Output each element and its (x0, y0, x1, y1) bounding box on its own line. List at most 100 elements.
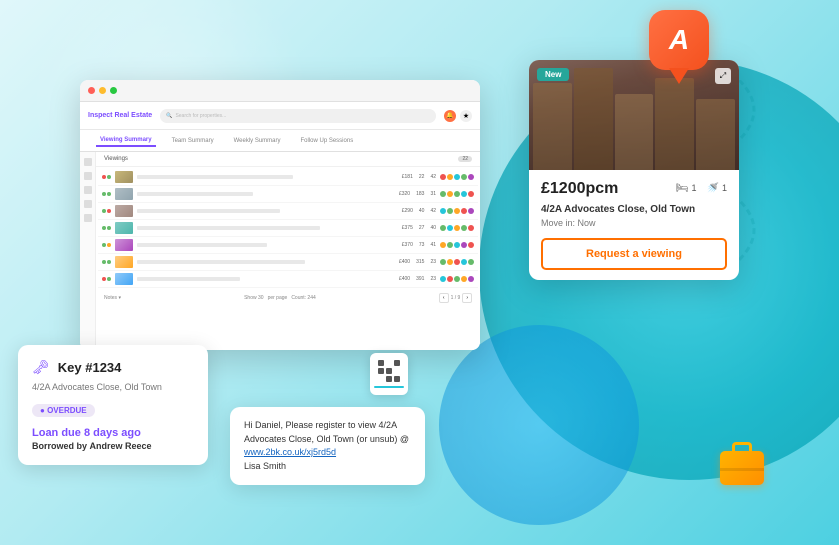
table-row[interactable]: £400 315 23 (98, 254, 478, 271)
row-data-bars (137, 192, 395, 196)
dashboard-tabs: Viewing Summary Team Summary Weekly Summ… (80, 130, 480, 152)
next-page-button[interactable]: › (462, 293, 472, 303)
scan-line (374, 386, 404, 388)
property-thumb (115, 188, 133, 200)
row-numbers: £400 391 23 (399, 276, 436, 282)
row-data-bars (137, 243, 398, 247)
window-minimize-dot[interactable] (99, 87, 106, 94)
app-icon: A (649, 10, 709, 70)
row-status-indicators (102, 260, 111, 264)
toolbar-search[interactable]: 🔍 Search for properties... (160, 109, 436, 123)
row-numbers: £370 73 41 (402, 242, 436, 248)
briefcase-icon (720, 451, 764, 485)
property-features: 🛏 1 🚿 1 (676, 183, 727, 194)
app-icon-letter: A (669, 24, 689, 56)
table-row[interactable]: £400 391 23 (98, 271, 478, 288)
table-container: £181 22 42 (96, 167, 480, 290)
table-row[interactable]: £290 40 42 (98, 203, 478, 220)
property-info: £1200pcm 🛏 1 🚿 1 4/2A Advocates Close, O… (529, 170, 739, 280)
scan-body (370, 353, 408, 395)
row-data-bars (137, 175, 398, 179)
new-badge: New (537, 68, 569, 81)
key-title: Key #1234 (58, 360, 122, 375)
sms-card: Hi Daniel, Please register to view 4/2A … (230, 407, 425, 485)
tab-viewing-summary[interactable]: Viewing Summary (96, 135, 156, 147)
bg-decoration-blue (439, 325, 639, 525)
count-badge: 22 (458, 156, 472, 162)
row-status-dots (440, 174, 474, 180)
toolbar-logo: Inspect Real Estate (88, 112, 152, 119)
tab-follow-up[interactable]: Follow Up Sessions (297, 136, 358, 146)
nav-keys-icon[interactable] (84, 200, 92, 208)
row-status-dots (440, 208, 474, 214)
pagination-notes: Notes ▾ (104, 295, 121, 301)
key-header: 🗝 Key #1234 (32, 359, 194, 376)
key-icon: 🗝 (32, 359, 50, 376)
row-status-dots (440, 276, 474, 282)
key-card: 🗝 Key #1234 4/2A Advocates Close, Old To… (18, 345, 208, 465)
property-movein: Move in: Now (541, 218, 727, 228)
nav-home-icon[interactable] (84, 158, 92, 166)
row-data-bars (137, 277, 395, 281)
property-thumb (115, 205, 133, 217)
property-card: New ⤢ £1200pcm 🛏 1 🚿 1 4/2A Advocates Cl… (529, 60, 739, 280)
tab-weekly-summary[interactable]: Weekly Summary (230, 136, 285, 146)
overdue-badge: OVERDUE (32, 404, 95, 417)
page-nav: ‹ 1 / 9 › (439, 293, 472, 303)
dashboard-body: Viewings 22 £181 22 (80, 152, 480, 350)
row-numbers: £400 315 23 (399, 259, 436, 265)
borrower-name: Andrew Reece (90, 441, 152, 451)
nav-settings-icon[interactable] (84, 214, 92, 222)
expand-icon[interactable]: ⤢ (715, 68, 731, 84)
sms-message: Hi Daniel, Please register to view 4/2A … (244, 419, 411, 473)
table-row[interactable]: £375 27 40 (98, 220, 478, 237)
prev-page-button[interactable]: ‹ (439, 293, 449, 303)
sms-link[interactable]: www.2bk.co.uk/xj5rd5d (244, 447, 336, 457)
row-status-indicators (102, 209, 111, 213)
row-status-indicators (102, 175, 111, 179)
row-status-indicators (102, 226, 111, 230)
briefcase-body (720, 451, 764, 485)
star-icon[interactable]: ★ (460, 110, 472, 122)
property-thumb (115, 273, 133, 285)
row-status-dots (440, 259, 474, 265)
table-row[interactable]: £181 22 42 (98, 169, 478, 186)
property-image: New ⤢ (529, 60, 739, 170)
row-data-bars (137, 226, 398, 230)
property-thumb (115, 239, 133, 251)
content-header: Viewings 22 (96, 152, 480, 167)
property-price: £1200pcm (541, 180, 618, 198)
table-row[interactable]: £320 183 31 (98, 186, 478, 203)
property-address: 4/2A Advocates Close, Old Town (541, 204, 727, 215)
bed-icon: 🛏 (676, 183, 689, 194)
row-status-dots (440, 242, 474, 248)
table-row[interactable]: £370 73 41 (98, 237, 478, 254)
row-numbers: £320 183 31 (399, 191, 436, 197)
nav-calendar-icon[interactable] (84, 172, 92, 180)
property-thumb (115, 222, 133, 234)
dashboard-titlebar (80, 80, 480, 102)
row-status-indicators (102, 243, 111, 247)
row-status-dots (440, 191, 474, 197)
property-thumb (115, 171, 133, 183)
request-viewing-button[interactable]: Request a viewing (541, 238, 727, 270)
row-status-indicators (102, 192, 111, 196)
bath-icon: 🚿 (707, 183, 719, 194)
row-data-bars (137, 260, 395, 264)
tab-team-summary[interactable]: Team Summary (168, 136, 218, 146)
content-title: Viewings (104, 156, 128, 162)
toolbar-icons: 🔔 ★ (444, 110, 472, 122)
borrowed-by: Borrowed by Andrew Reece (32, 441, 194, 451)
window-maximize-dot[interactable] (110, 87, 117, 94)
app-icon-container: A (649, 10, 709, 70)
row-numbers: £290 40 42 (402, 208, 436, 214)
app-icon-pin (669, 68, 689, 84)
row-status-dots (440, 225, 474, 231)
content-area: Viewings 22 £181 22 (96, 152, 480, 350)
nav-users-icon[interactable] (84, 186, 92, 194)
window-close-dot[interactable] (88, 87, 95, 94)
loan-due: Loan due 8 days ago (32, 427, 194, 439)
row-numbers: £375 27 40 (402, 225, 436, 231)
property-thumb (115, 256, 133, 268)
notification-icon[interactable]: 🔔 (444, 110, 456, 122)
